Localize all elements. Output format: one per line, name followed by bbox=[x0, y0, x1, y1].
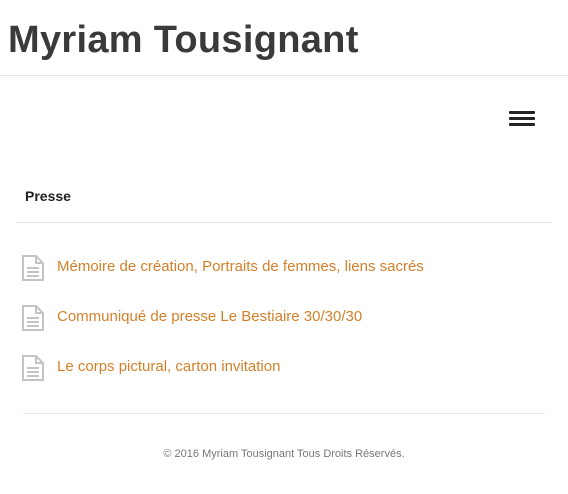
footer-divider bbox=[23, 413, 545, 414]
section-divider bbox=[16, 222, 552, 223]
list-item: Le corps pictural, carton invitation bbox=[0, 350, 568, 400]
list-item: Mémoire de création, Portraits de femmes… bbox=[0, 250, 568, 300]
document-icon bbox=[22, 355, 44, 381]
list-item: Communiqué de presse Le Bestiaire 30/30/… bbox=[0, 300, 568, 350]
site-header: Myriam Tousignant bbox=[0, 0, 568, 76]
file-link[interactable]: Le corps pictural, carton invitation bbox=[57, 357, 280, 377]
site-title[interactable]: Myriam Tousignant bbox=[8, 16, 359, 64]
file-link[interactable]: Communiqué de presse Le Bestiaire 30/30/… bbox=[57, 307, 362, 327]
hamburger-icon bbox=[509, 111, 535, 114]
menu-toggle-button[interactable] bbox=[506, 104, 538, 132]
file-link[interactable]: Mémoire de création, Portraits de femmes… bbox=[57, 257, 424, 277]
document-icon bbox=[22, 255, 44, 281]
section-title: Presse bbox=[25, 188, 71, 204]
file-list: Mémoire de création, Portraits de femmes… bbox=[0, 250, 568, 400]
copyright-text: © 2016 Myriam Tousignant Tous Droits Rés… bbox=[163, 448, 405, 460]
document-icon bbox=[22, 305, 44, 331]
